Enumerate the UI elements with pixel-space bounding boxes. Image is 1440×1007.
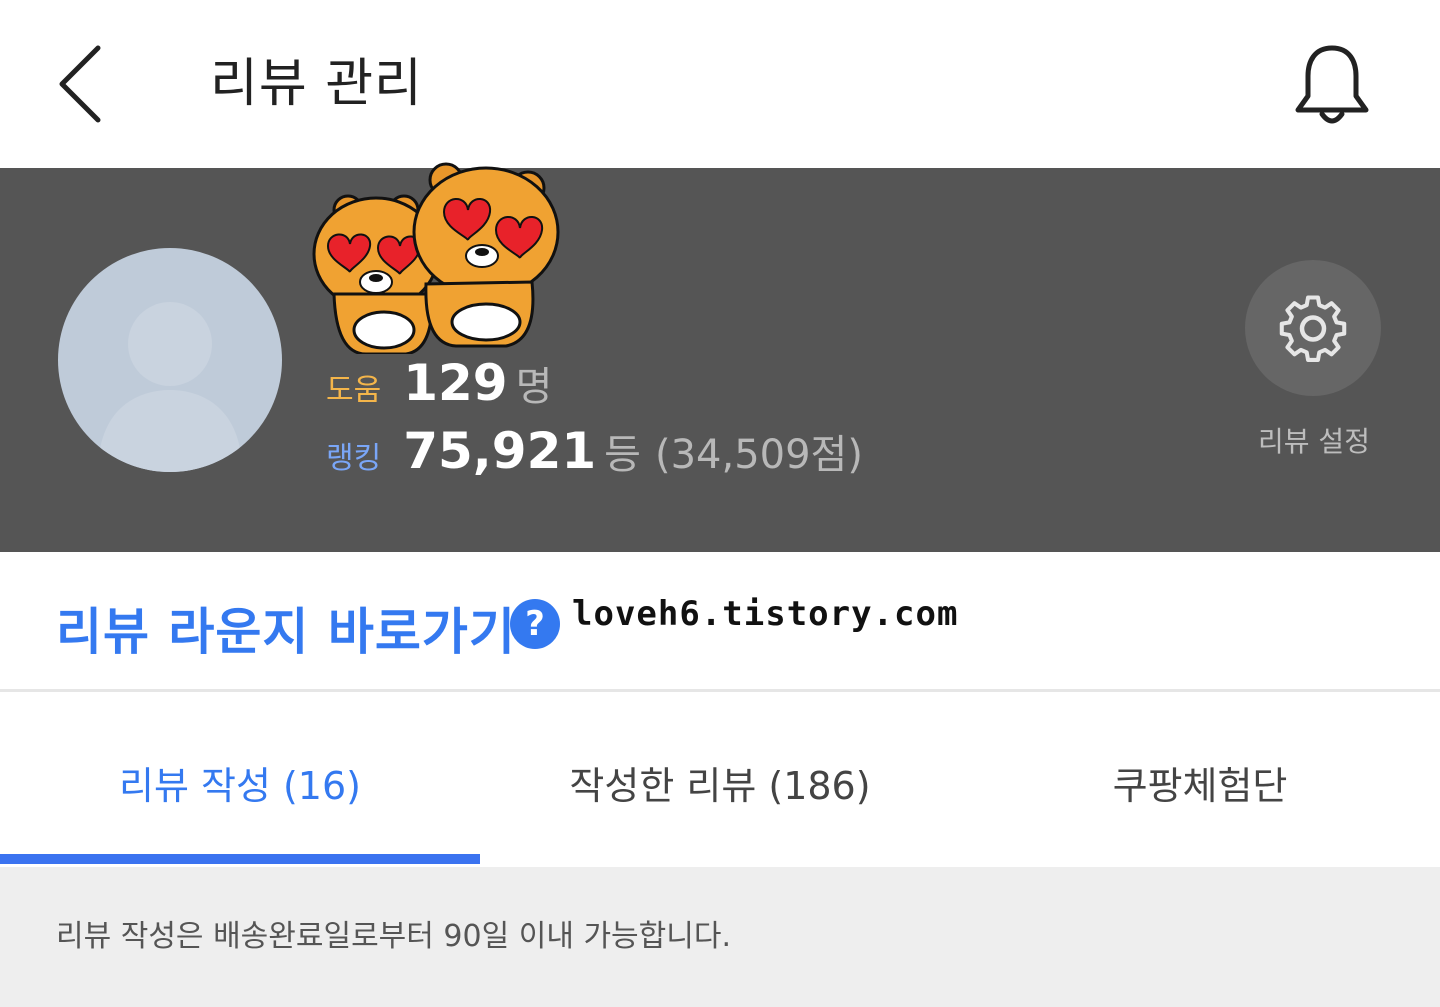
user-placeholder-icon	[98, 302, 242, 472]
notice-banner: 리뷰 작성은 배송완료일로부터 90일 이내 가능합니다.	[0, 867, 1440, 1007]
ranking-label: 랭킹	[326, 441, 382, 476]
help-count-unit: 명	[515, 364, 553, 410]
notice-text: 리뷰 작성은 배송완료일로부터 90일 이내 가능합니다.	[56, 919, 731, 954]
page-title: 리뷰 관리	[210, 54, 423, 114]
review-lounge-link[interactable]: 리뷰 라운지 바로가기	[56, 592, 516, 664]
bell-icon	[1295, 45, 1369, 124]
tab-written-reviews[interactable]: 작성한 리뷰 (186)	[480, 695, 960, 867]
chevron-left-icon	[59, 45, 101, 123]
review-tabs: 리뷰 작성 (16) 작성한 리뷰 (186) 쿠팡체험단	[0, 695, 1440, 867]
question-icon[interactable]: ?	[510, 599, 560, 649]
app-header: 리뷰 관리	[0, 0, 1440, 168]
active-tab-indicator	[0, 854, 480, 864]
ranking-row: 랭킹 75,921 등 (34,509점)	[326, 422, 863, 480]
watermark-text: loveh6.tistory.com	[572, 594, 959, 634]
review-lounge-section: 리뷰 라운지 바로가기 ? loveh6.tistory.com	[0, 552, 1440, 692]
tab-experience-group[interactable]: 쿠팡체험단	[960, 695, 1440, 867]
ranking-unit: 등	[604, 432, 641, 478]
avatar[interactable]	[58, 248, 282, 472]
back-button[interactable]	[48, 40, 112, 128]
tab-write-review[interactable]: 리뷰 작성 (16)	[0, 695, 480, 867]
mascot-sticker	[312, 162, 560, 354]
tab-write-review-label: 리뷰 작성 (16)	[118, 764, 361, 808]
help-label: 도움	[326, 373, 382, 408]
ranking-value: 75,921	[403, 422, 597, 480]
help-count-value: 129	[403, 354, 508, 412]
help-count-row: 도움 129 명	[326, 354, 552, 412]
profile-panel: 도움 129 명 랭킹 75,921 등 (34,509점) 리뷰 설정	[0, 162, 1440, 552]
gear-icon	[1279, 295, 1347, 362]
review-settings-label: 리뷰 설정	[1258, 425, 1370, 458]
tab-written-reviews-label: 작성한 리뷰 (186)	[569, 764, 871, 808]
ranking-score: (34,509점)	[654, 432, 863, 478]
review-settings-button[interactable]	[1245, 260, 1381, 396]
tab-experience-group-label: 쿠팡체험단	[1112, 764, 1288, 808]
notification-button[interactable]	[1290, 40, 1374, 130]
